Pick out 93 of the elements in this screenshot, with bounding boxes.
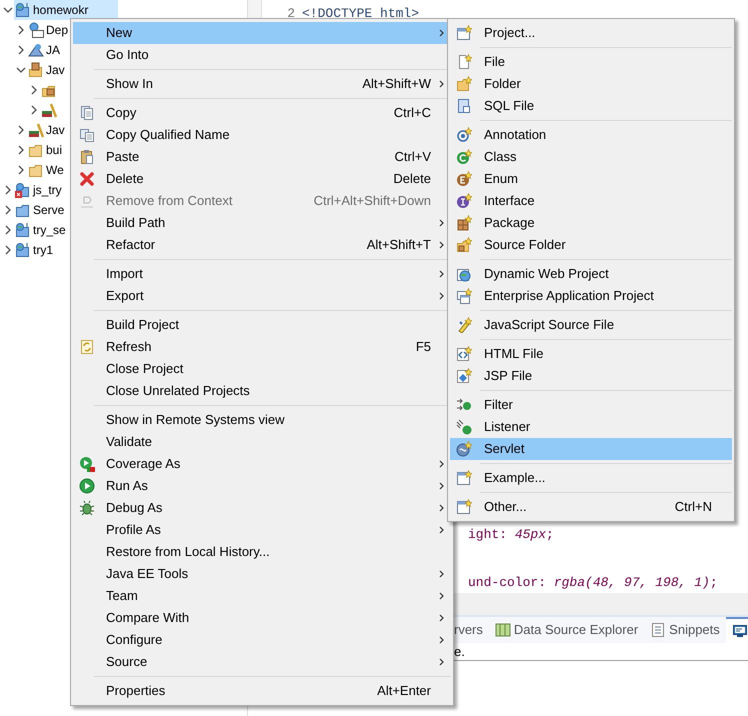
menu-item[interactable]: SQL File — [450, 95, 732, 117]
menu-item[interactable]: Team — [73, 585, 451, 607]
project-folder-icon — [15, 182, 31, 198]
class-icon — [456, 149, 472, 165]
window-icon — [456, 470, 472, 486]
package-folder-icon — [28, 62, 44, 78]
menu-item[interactable]: Restore from Local History... — [73, 541, 451, 563]
menu-item[interactable]: Servlet — [450, 438, 732, 460]
menu-item[interactable]: Close Project — [73, 358, 451, 380]
menu-item[interactable]: Properties Alt+Enter — [73, 680, 451, 702]
menu-item[interactable]: JavaScript Source File — [450, 314, 732, 336]
folder-icon — [28, 142, 44, 158]
panel-tab[interactable]: Data Source Explorer — [488, 617, 644, 643]
listener-icon — [456, 419, 472, 435]
menu-item[interactable]: JSP File — [450, 365, 732, 387]
copy-icon — [79, 127, 95, 143]
menu-item[interactable]: Debug As — [73, 497, 451, 519]
source-folder-icon — [456, 237, 472, 253]
tree-item[interactable]: js_try — [14, 180, 92, 200]
code-line: <!DOCTYPE html> — [302, 5, 420, 24]
menu-item[interactable]: Coverage As — [73, 453, 451, 475]
menu-item[interactable]: Validate — [73, 431, 451, 453]
run-icon — [79, 478, 95, 494]
books-icon — [28, 122, 44, 138]
filter-icon — [456, 397, 472, 413]
menu-item[interactable]: Configure — [73, 629, 451, 651]
tree-item[interactable]: homewokr — [14, 0, 118, 20]
menu-item[interactable]: Example... — [450, 467, 732, 489]
code-line: und-color: rgba(48, 97, 198, 1); — [468, 574, 718, 592]
menu-item[interactable]: Folder — [450, 73, 732, 95]
menu-item[interactable]: Class — [450, 146, 732, 168]
bug-icon — [79, 500, 95, 516]
project-folder-icon — [15, 222, 31, 238]
books-icon — [41, 102, 57, 118]
menu-item[interactable]: Compare With — [73, 607, 451, 629]
snippets-icon — [650, 622, 666, 638]
menu-item[interactable]: Show in Remote Systems view — [73, 409, 451, 431]
menu-item[interactable]: File — [450, 51, 732, 73]
folder-icon — [28, 162, 44, 178]
database-icon — [494, 622, 511, 638]
panel-tab[interactable] — [726, 617, 748, 643]
script-file-icon — [456, 317, 472, 333]
project-folder-icon — [15, 2, 31, 18]
folder-icon — [15, 202, 31, 218]
delete-icon — [79, 171, 95, 187]
tree-item[interactable]: Serve — [14, 200, 94, 220]
menu-item[interactable]: Annotation — [450, 124, 732, 146]
console-text: e. — [454, 642, 465, 661]
window-icon — [456, 288, 472, 304]
project-icon — [456, 25, 472, 41]
window-icon — [456, 499, 472, 515]
code-line: ight: 45px; — [468, 526, 554, 544]
menu-item[interactable]: Filter — [450, 394, 732, 416]
menu-item[interactable]: Import — [73, 263, 451, 285]
project-folder-icon — [15, 242, 31, 258]
folder-icon — [456, 76, 472, 92]
file-icon — [456, 54, 472, 70]
menu-item[interactable]: Refresh F5 — [73, 336, 451, 358]
menu-item[interactable]: Run As — [73, 475, 451, 497]
coverage-icon — [79, 456, 95, 472]
menu-item[interactable]: Enterprise Application Project — [450, 285, 732, 307]
menu-item[interactable]: Source — [73, 651, 451, 673]
copy-icon — [79, 105, 95, 121]
menu-item[interactable]: Other... Ctrl+N — [450, 496, 732, 518]
menu-item[interactable]: Profile As — [73, 519, 451, 541]
menu-item[interactable]: Source Folder — [450, 234, 732, 256]
menu-item[interactable]: Export — [73, 285, 451, 307]
refresh-icon — [79, 339, 95, 355]
globe-icon — [456, 266, 472, 282]
descriptor-icon — [28, 22, 44, 38]
menu-item[interactable]: Project... — [450, 22, 732, 44]
interface-icon — [456, 193, 472, 209]
html-file-icon — [456, 346, 472, 362]
menu-item[interactable]: Interface — [450, 190, 732, 212]
menu-item[interactable]: Java EE Tools — [73, 563, 451, 585]
web-services-icon — [28, 42, 44, 58]
menu-item[interactable]: Close Unrelated Projects — [73, 380, 451, 402]
menu-item[interactable]: Enum — [450, 168, 732, 190]
package-icon — [456, 215, 472, 231]
servlet-icon — [456, 441, 472, 457]
jsp-file-icon — [456, 368, 472, 384]
paste-icon — [79, 149, 95, 165]
monitor-icon — [732, 623, 748, 639]
menu-item[interactable]: Package — [450, 212, 732, 234]
enum-icon — [456, 171, 472, 187]
file-icon — [456, 98, 472, 114]
menu-item[interactable]: HTML File — [450, 343, 732, 365]
menu-item[interactable]: Dynamic Web Project — [450, 263, 732, 285]
line-number: 2 — [286, 5, 295, 24]
annotation-icon — [456, 127, 472, 143]
menu-item[interactable]: Listener — [450, 416, 732, 438]
panel-tab[interactable]: Snippets — [644, 617, 726, 643]
menu-item[interactable]: Build Project — [73, 314, 451, 336]
